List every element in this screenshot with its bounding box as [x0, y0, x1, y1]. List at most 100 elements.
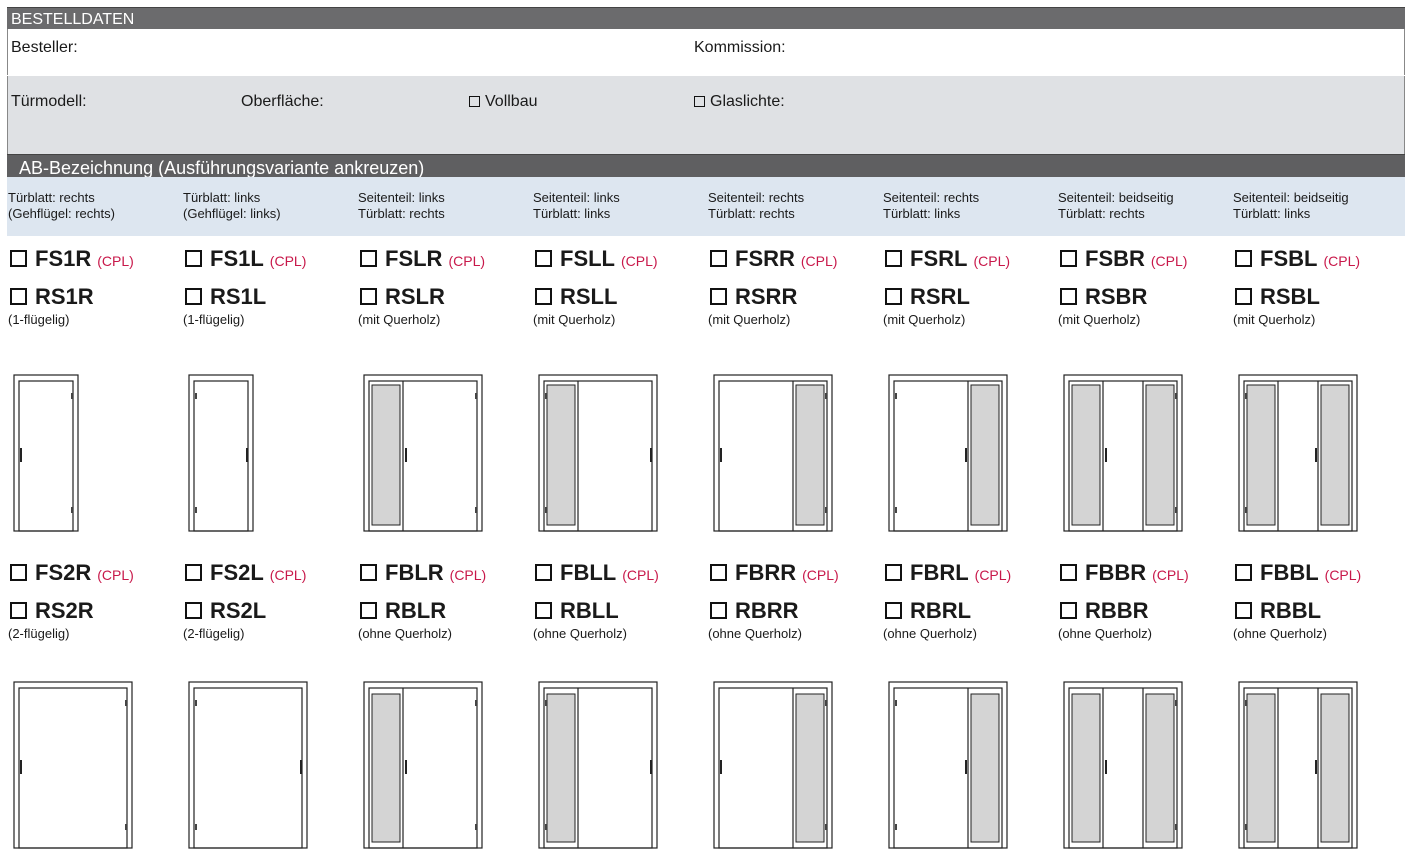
column-header-line1: Türblatt: links: [183, 190, 261, 205]
rs-option-rbrl[interactable]: RBRL: [885, 598, 971, 626]
rs-option-rsbr[interactable]: RSBR: [1060, 284, 1147, 312]
rs-option-rsrl[interactable]: RSRL: [885, 284, 970, 312]
checkbox[interactable]: [10, 564, 27, 581]
code-label: RBRL: [910, 598, 972, 623]
checkbox[interactable]: [1235, 288, 1252, 305]
fs-option-fbrr[interactable]: FBRR (CPL): [710, 560, 839, 588]
cpl-label: (CPL): [1324, 567, 1362, 583]
checkbox[interactable]: [185, 288, 202, 305]
checkbox[interactable]: [10, 602, 27, 619]
checkbox[interactable]: [1060, 564, 1077, 581]
fs-option-fs2l[interactable]: FS2L (CPL): [185, 560, 306, 588]
code-label: FS2L: [210, 560, 264, 585]
checkbox[interactable]: [710, 250, 727, 267]
fs-option-fbbl[interactable]: FBBL (CPL): [1235, 560, 1361, 588]
fs-option-fsrr[interactable]: FSRR (CPL): [710, 246, 837, 274]
checkbox[interactable]: [885, 250, 902, 267]
column-header-line1: Seitenteil: rechts: [708, 190, 805, 205]
cpl-label: (CPL): [97, 567, 134, 583]
rs-option-rsll[interactable]: RSLL: [535, 284, 617, 312]
checkbox[interactable]: [1235, 564, 1252, 581]
fs-option-fs1l[interactable]: FS1L (CPL): [185, 246, 306, 274]
code-label: RBBR: [1085, 598, 1149, 623]
variant-subtitle: (ohne Querholz): [1233, 626, 1327, 641]
column-header: Seitenteil: links Türblatt: rechts: [358, 190, 445, 222]
code-label: RSRL: [910, 284, 970, 309]
rs-option-rs2r[interactable]: RS2R: [10, 598, 94, 626]
code-label: RBRR: [735, 598, 799, 623]
door-sidepanel-left-leaf-left-icon: [537, 373, 659, 533]
column-header: Türblatt: rechts (Gehflügel: rechts): [8, 190, 115, 222]
column-header: Türblatt: links (Gehflügel: links): [183, 190, 281, 222]
code-label: RS1R: [35, 284, 94, 309]
checkbox[interactable]: [710, 564, 727, 581]
rs-option-rblr[interactable]: RBLR: [360, 598, 446, 626]
rs-option-rs1l[interactable]: RS1L: [185, 284, 266, 312]
checkbox[interactable]: [885, 288, 902, 305]
checkbox[interactable]: [885, 564, 902, 581]
code-label: RSLL: [560, 284, 618, 309]
checkbox[interactable]: [710, 602, 727, 619]
rs-option-rbbr[interactable]: RBBR: [1060, 598, 1149, 626]
checkbox[interactable]: [185, 250, 202, 267]
column-header-line2: (Gehflügel: rechts): [8, 206, 115, 221]
checkbox[interactable]: [185, 602, 202, 619]
rs-option-rbll[interactable]: RBLL: [535, 598, 619, 626]
checkbox[interactable]: [535, 250, 552, 267]
fs-option-fblr[interactable]: FBLR (CPL): [360, 560, 486, 588]
fs-option-fs2r[interactable]: FS2R (CPL): [10, 560, 134, 588]
rs-option-rsbl[interactable]: RSBL: [1235, 284, 1320, 312]
column-header-line2: Türblatt: links: [883, 206, 961, 221]
code-label: FSRR: [735, 246, 795, 271]
checkbox[interactable]: [360, 602, 377, 619]
fs-option-fsll[interactable]: FSLL (CPL): [535, 246, 658, 274]
rs-option-rbrr[interactable]: RBRR: [710, 598, 799, 626]
fs-option-fsbl[interactable]: FSBL (CPL): [1235, 246, 1360, 274]
column-header-line2: Türblatt: links: [1233, 206, 1311, 221]
rs-option-rslr[interactable]: RSLR: [360, 284, 445, 312]
checkbox[interactable]: [1235, 250, 1252, 267]
page-edge: [1392, 236, 1408, 596]
fs-option-fs1r[interactable]: FS1R (CPL): [10, 246, 134, 274]
column-header-line2: Türblatt: links: [533, 206, 611, 221]
rs-option-rs1r[interactable]: RS1R: [10, 284, 94, 312]
checkbox[interactable]: [185, 564, 202, 581]
checkbox[interactable]: [1060, 602, 1077, 619]
variant-subtitle: (ohne Querholz): [1058, 626, 1152, 641]
checkbox[interactable]: [885, 602, 902, 619]
checkbox[interactable]: [535, 564, 552, 581]
cpl-label: (CPL): [802, 567, 839, 583]
door-sidepanel-right-leaf-left-icon: [887, 373, 1009, 533]
variant-subtitle: (2-flügelig): [8, 626, 70, 641]
fs-option-fbrl[interactable]: FBRL (CPL): [885, 560, 1011, 588]
door-sidepanel-right-leaf-left-icon: [887, 680, 1009, 850]
column-header: Seitenteil: beidseitig Türblatt: rechts: [1058, 190, 1174, 222]
variant-subtitle: (mit Querholz): [1058, 312, 1141, 327]
code-label: FSLL: [560, 246, 615, 271]
code-label: FS2R: [35, 560, 92, 585]
rs-option-rbbl[interactable]: RBBL: [1235, 598, 1321, 626]
fs-option-fsbr[interactable]: FSBR (CPL): [1060, 246, 1187, 274]
checkbox[interactable]: [360, 250, 377, 267]
checkbox[interactable]: [1235, 602, 1252, 619]
checkbox[interactable]: [10, 250, 27, 267]
checkbox[interactable]: [360, 288, 377, 305]
column-header-line1: Seitenteil: rechts: [883, 190, 980, 205]
door-single-right-hinge-icon: [12, 680, 134, 850]
rs-option-rsrr[interactable]: RSRR: [710, 284, 797, 312]
checkbox[interactable]: [1060, 288, 1077, 305]
fs-option-fsrl[interactable]: FSRL (CPL): [885, 246, 1010, 274]
checkbox[interactable]: [535, 602, 552, 619]
fs-option-fslr[interactable]: FSLR (CPL): [360, 246, 485, 274]
fs-option-fbbr[interactable]: FBBR (CPL): [1060, 560, 1189, 588]
checkbox[interactable]: [10, 288, 27, 305]
checkbox[interactable]: [535, 288, 552, 305]
cpl-label: (CPL): [449, 567, 487, 583]
fs-option-fbll[interactable]: FBLL (CPL): [535, 560, 659, 588]
checkbox[interactable]: [710, 288, 727, 305]
door-sidepanel-both-leaf-right-icon: [1062, 373, 1184, 533]
checkbox[interactable]: [1060, 250, 1077, 267]
cpl-label: (CPL): [621, 253, 658, 269]
rs-option-rs2l[interactable]: RS2L: [185, 598, 266, 626]
checkbox[interactable]: [360, 564, 377, 581]
